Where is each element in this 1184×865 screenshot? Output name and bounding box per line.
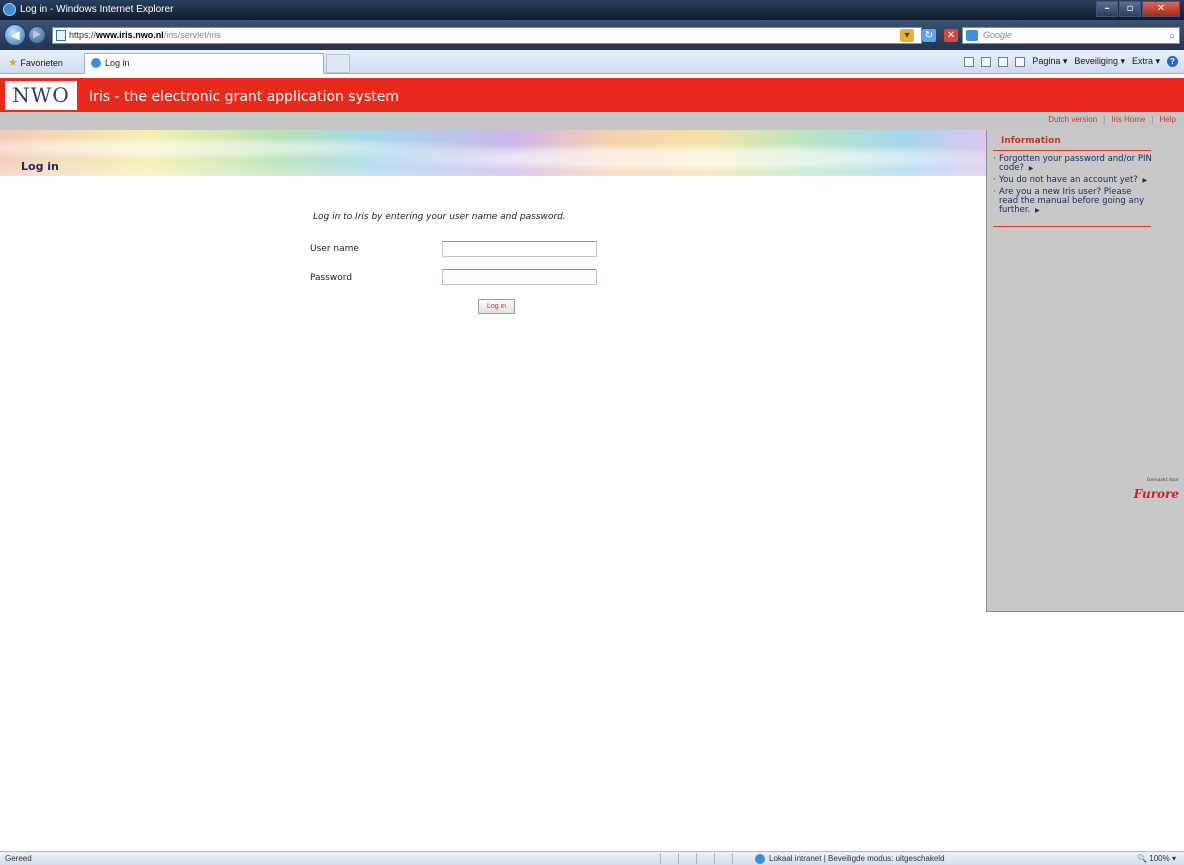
main-content: Log in to Iris by entering your user nam… <box>0 176 986 856</box>
search-input[interactable]: Google ⌕ <box>962 27 1180 44</box>
refresh-icon[interactable]: ↻ <box>922 29 936 42</box>
window-controls: – ▫ ✕ <box>1096 1 1180 17</box>
tab-label: Log in <box>105 58 130 68</box>
username-label: User name <box>310 244 359 254</box>
sidebar-list: Forgotten your password and/or PIN code?… <box>993 155 1153 218</box>
forward-icon[interactable]: ▶ <box>28 26 46 44</box>
sidebar-item-label: Are you a new Iris user? Please read the… <box>999 187 1145 215</box>
arrow-right-icon: ▶ <box>1034 207 1040 214</box>
page-icon <box>56 30 66 41</box>
site-title: Iris - the electronic grant application … <box>89 89 399 105</box>
password-input[interactable] <box>442 269 597 285</box>
lock-icon[interactable]: ▾ <box>900 29 914 42</box>
address-bar: ◀ ▶ https://www.iris.nwo.nl/iris/servlet… <box>0 20 1184 50</box>
sidebar-divider <box>993 226 1151 227</box>
zoom-control[interactable]: 🔍 100% ▾ <box>1137 854 1176 863</box>
feeds-icon[interactable] <box>981 56 992 67</box>
password-label: Password <box>310 273 353 283</box>
status-panes <box>660 853 750 864</box>
favorites-label: Favorieten <box>20 58 63 68</box>
nwo-logo[interactable]: NWO <box>5 81 77 110</box>
arrow-right-icon: ▶ <box>1028 165 1034 172</box>
star-icon: ★ <box>8 57 18 69</box>
back-icon[interactable]: ◀ <box>4 24 26 46</box>
sidebar-divider <box>993 150 1151 151</box>
favorites-button[interactable]: ★ Favorieten <box>8 56 63 69</box>
url-path: /iris/servlet/iris <box>163 30 221 40</box>
status-bar: Gereed Lokaal intranet | Beveiligde modu… <box>0 851 1184 865</box>
sidebar-item-new-user[interactable]: Are you a new Iris user? Please read the… <box>993 188 1153 215</box>
username-input[interactable] <box>442 241 597 257</box>
tab-login[interactable]: Log in <box>84 53 324 74</box>
dutch-version-link[interactable]: Dutch version <box>1048 115 1097 124</box>
site-header: NWO Iris - the electronic grant applicat… <box>0 78 1184 112</box>
top-links-bar: Dutch version | Iris Home | Help <box>0 112 1184 130</box>
sidebar-item-no-account[interactable]: You do not have an account yet? ▶ <box>993 175 1153 186</box>
login-button[interactable]: Log in <box>478 299 515 314</box>
page-title: Log in <box>21 160 59 173</box>
tab-page-icon <box>91 58 101 68</box>
browser-window: Log in - Windows Internet Explorer – ▫ ✕… <box>0 0 1184 865</box>
stop-icon[interactable]: ✕ <box>944 29 958 42</box>
sidebar-item-label: Forgotten your password and/or PIN code? <box>999 154 1152 173</box>
url-host: www.iris.nwo.nl <box>96 30 164 40</box>
security-zone[interactable]: Lokaal intranet | Beveiligde modus: uitg… <box>755 854 945 864</box>
arrow-right-icon: ▶ <box>1142 177 1148 184</box>
login-intro: Log in to Iris by entering your user nam… <box>313 212 566 222</box>
link-separator: | <box>1103 115 1106 124</box>
minimize-button[interactable]: – <box>1096 1 1118 17</box>
maximize-button[interactable]: ▫ <box>1119 1 1141 17</box>
top-links: Dutch version | Iris Home | Help <box>1048 115 1176 124</box>
credit-small-text: Gemaakt door <box>1146 478 1179 483</box>
zoom-level: 100% <box>1149 854 1170 863</box>
url-tools: ▾ ↻ ✕ <box>900 29 958 42</box>
furore-credit[interactable]: Gemaakt door Furore <box>1127 478 1179 502</box>
banner-fade <box>0 154 986 176</box>
window-title: Log in - Windows Internet Explorer <box>20 4 174 15</box>
furore-logo: Furore <box>1133 487 1179 501</box>
page-menu[interactable]: Pagina ▾ <box>1032 56 1067 67</box>
mail-icon[interactable] <box>998 56 1009 67</box>
print-icon[interactable] <box>1015 56 1026 67</box>
favorites-bar: ★ Favorieten Log in Pagina ▾ Beveiliging… <box>0 50 1184 74</box>
url-input[interactable]: https://www.iris.nwo.nl/iris/servlet/iri… <box>52 27 922 44</box>
home-icon[interactable] <box>964 56 975 67</box>
tools-menu[interactable]: Extra ▾ <box>1132 56 1160 67</box>
title-bar: Log in - Windows Internet Explorer – ▫ ✕ <box>0 0 1184 20</box>
zone-text: Lokaal intranet | Beveiligde modus: uitg… <box>769 854 945 863</box>
help-icon[interactable]: ? <box>1167 56 1178 67</box>
search-provider-icon <box>966 30 978 41</box>
close-button[interactable]: ✕ <box>1142 1 1180 17</box>
help-link[interactable]: Help <box>1160 115 1176 124</box>
search-placeholder: Google <box>983 30 1013 40</box>
iris-home-link[interactable]: Iris Home <box>1111 115 1145 124</box>
search-icon[interactable]: ⌕ <box>1169 29 1175 44</box>
new-tab-button[interactable] <box>326 54 350 73</box>
globe-icon <box>755 854 765 864</box>
sidebar-heading: Information <box>1001 136 1061 146</box>
url-prefix: https:// <box>69 30 97 40</box>
security-menu[interactable]: Beveiliging ▾ <box>1074 56 1125 67</box>
sidebar-item-label: You do not have an account yet? <box>999 175 1138 185</box>
page-banner: Log in <box>0 130 986 176</box>
ie-logo-icon <box>3 3 16 16</box>
link-separator: | <box>1151 115 1154 124</box>
sidebar-item-forgot-password[interactable]: Forgotten your password and/or PIN code?… <box>993 155 1153 173</box>
info-sidebar: Information Forgotten your password and/… <box>986 130 1184 612</box>
command-bar: Pagina ▾ Beveiliging ▾ Extra ▾ ? <box>964 56 1178 67</box>
status-text: Gereed <box>5 854 32 863</box>
